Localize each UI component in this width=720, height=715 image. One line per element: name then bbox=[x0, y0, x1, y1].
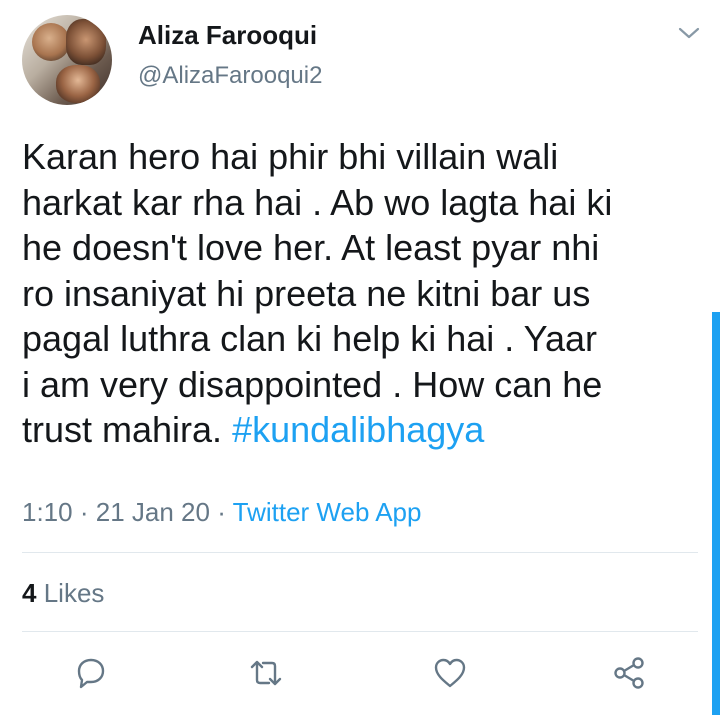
share-icon[interactable] bbox=[611, 655, 647, 691]
scrollbar[interactable] bbox=[712, 312, 720, 715]
hashtag-link[interactable]: #kundalibhagya bbox=[232, 409, 484, 450]
tweet-text-line: harkat kar rha hai . Ab wo lagta hai ki bbox=[22, 181, 613, 223]
tweet-text: Karan hero hai phir bhi villain wali har… bbox=[22, 134, 702, 453]
tweet-text-line: he doesn't love her. At least pyar nhi bbox=[22, 227, 600, 268]
likes-count: 4 bbox=[22, 578, 37, 608]
author-name[interactable]: Aliza Farooqui bbox=[138, 20, 317, 51]
author-handle[interactable]: @AlizaFarooqui2 bbox=[138, 62, 322, 90]
meta-separator: · bbox=[79, 497, 89, 527]
avatar[interactable] bbox=[22, 15, 112, 105]
tweet-text-line: i am very disappointed . How can he bbox=[22, 363, 603, 405]
meta-separator: · bbox=[217, 497, 226, 527]
avatar-photo-part bbox=[56, 65, 100, 103]
heart-icon[interactable] bbox=[432, 655, 468, 691]
tweet-time: 1:10 bbox=[22, 497, 73, 527]
likes-count-link[interactable]: 4 Likes bbox=[22, 578, 104, 609]
divider bbox=[22, 631, 698, 632]
source-app-link[interactable]: Twitter Web App bbox=[233, 497, 422, 527]
reply-icon[interactable] bbox=[73, 655, 109, 691]
tweet-text-line: trust mahira. bbox=[22, 409, 233, 450]
tweet-text-line: pagal luthra clan ki help ki hai . Yaar bbox=[22, 318, 598, 359]
tweet-text-line: Karan hero hai phir bhi villain wali bbox=[22, 136, 559, 177]
likes-label: Likes bbox=[43, 578, 105, 608]
retweet-icon[interactable] bbox=[248, 655, 284, 691]
divider bbox=[22, 552, 698, 553]
tweet-text-line: ro insaniyat hi preeta ne kitni bar us bbox=[22, 272, 591, 314]
avatar-photo-part bbox=[66, 19, 106, 65]
tweet-meta: 1:10 · 21 Jan 20 · Twitter Web App bbox=[22, 497, 421, 528]
chevron-down-icon[interactable] bbox=[678, 25, 700, 41]
avatar-photo-part bbox=[32, 23, 70, 61]
tweet-date: 21 Jan 20 bbox=[95, 497, 210, 527]
